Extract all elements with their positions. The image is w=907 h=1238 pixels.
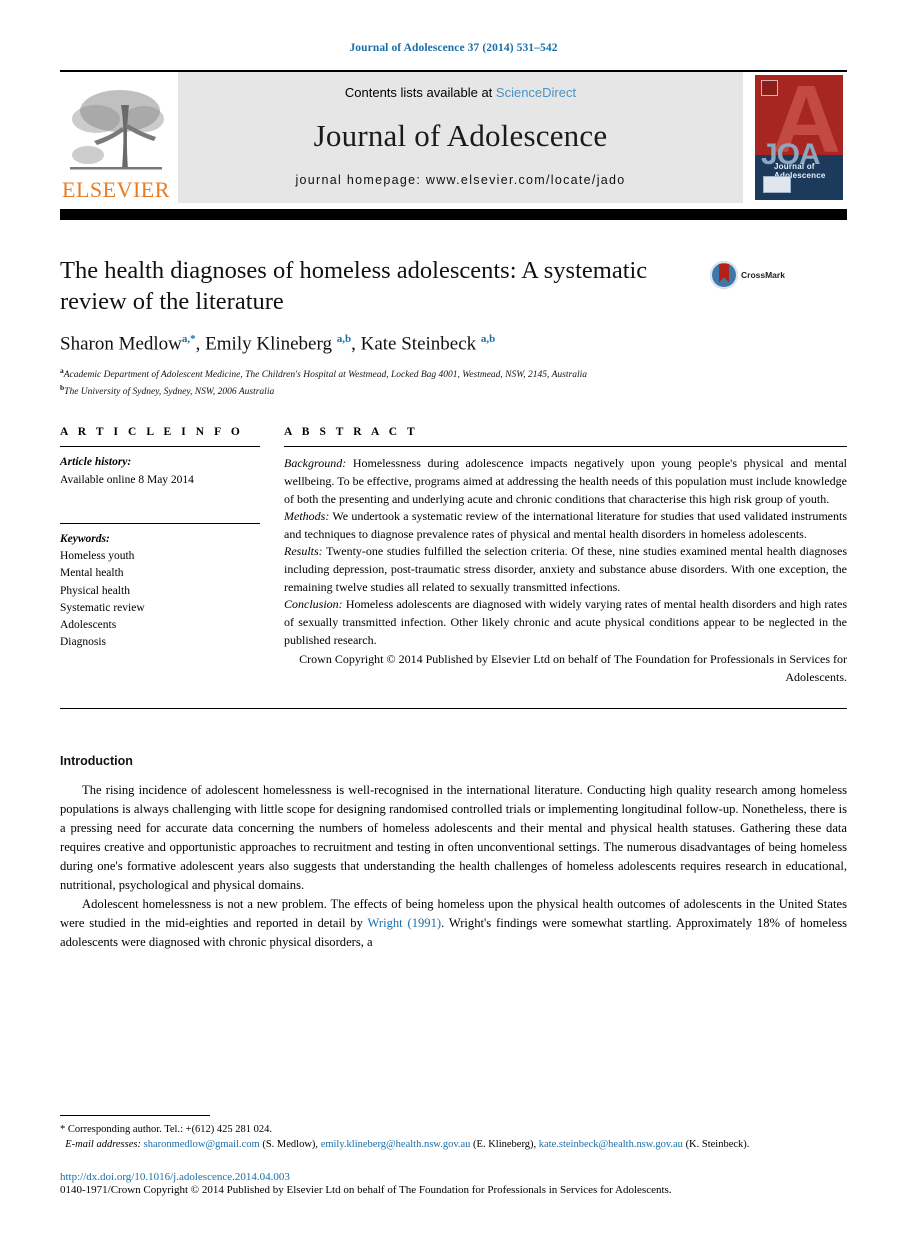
sciencedirect-link[interactable]: ScienceDirect — [496, 85, 576, 100]
masthead-black-bar — [60, 208, 847, 220]
article-history-value: Available online 8 May 2014 — [60, 473, 194, 486]
keywords-label: Keywords: — [60, 532, 110, 545]
elsevier-logo: ELSEVIER — [60, 71, 172, 203]
article-info-heading: A R T I C L E I N F O — [60, 426, 244, 439]
article-info-column: A R T I C L E I N F O Article history: A… — [60, 426, 260, 686]
email-link[interactable]: sharonmedlow@gmail.com — [144, 1139, 260, 1150]
abstract-section-text: Twenty-one studies fulfilled the selecti… — [284, 544, 847, 594]
elsevier-wordmark: ELSEVIER — [62, 176, 170, 202]
keyword-item: Physical health — [60, 584, 130, 597]
footnotes: * Corresponding author. Tel.: +(612) 425… — [60, 1114, 847, 1196]
affiliations: aAcademic Department of Adolescent Medic… — [60, 365, 847, 401]
crossmark-icon — [710, 260, 738, 289]
journal-title: Journal of Adolescence — [313, 118, 608, 153]
cover-bottom-box — [763, 175, 791, 193]
affiliation-item: aAcademic Department of Adolescent Medic… — [60, 365, 847, 383]
abstract-section: Background: Homelessness during adolesce… — [284, 455, 847, 508]
journal-homepage-link[interactable]: journal homepage: www.elsevier.com/locat… — [295, 173, 625, 187]
abstract-body: Background: Homelessness during adolesce… — [284, 455, 847, 649]
journal-masthead: ELSEVIER Contents lists available at Sci… — [60, 69, 847, 203]
keyword-item: Diagnosis — [60, 636, 106, 649]
abstract-section-text: Homeless adolescents are diagnosed with … — [284, 597, 847, 647]
issn-copyright-line: 0140-1971/Crown Copyright © 2014 Publish… — [60, 1184, 672, 1196]
email-owner: (S. Medlow), — [259, 1139, 321, 1151]
email-link[interactable]: emily.klineberg@health.nsw.gov.au — [321, 1139, 471, 1150]
journal-cover-thumbnail[interactable]: A JOA Journal of Adolescence — [751, 72, 847, 203]
keyword-item: Adolescents — [60, 619, 117, 632]
affiliation-item: bThe University of Sydney, Sydney, NSW, … — [60, 382, 847, 400]
info-abstract-row: A R T I C L E I N F O Article history: A… — [60, 426, 847, 686]
abstract-section: Conclusion: Homeless adolescents are dia… — [284, 596, 847, 649]
citation-link[interactable]: Wright (1991) — [368, 916, 442, 930]
paragraph-text: The rising incidence of adolescent homel… — [60, 783, 847, 892]
crossmark-label: CrossMark — [741, 269, 785, 280]
abstract-section-label: Results: — [284, 544, 323, 559]
abstract-section-label: Background: — [284, 456, 347, 471]
abstract-section-text: We undertook a systematic review of the … — [284, 509, 847, 541]
article-history: Article history: Available online 8 May … — [60, 454, 260, 489]
abstract-bottom-rule — [60, 708, 847, 710]
abstract-column: A B S T R A C T Background: Homelessness… — [284, 426, 847, 686]
abstract-section-label: Conclusion: — [284, 597, 343, 612]
author-list: Sharon Medlowa,*, Emily Klineberg a,b, K… — [60, 333, 496, 355]
contents-line: Contents lists available at ScienceDirec… — [345, 85, 576, 100]
keyword-item: Mental health — [60, 567, 124, 580]
abstract-heading: A B S T R A C T — [284, 426, 419, 439]
paragraph: Adolescent homelessness is not a new pro… — [60, 895, 847, 952]
email-link[interactable]: kate.steinbeck@health.nsw.gov.au — [539, 1139, 683, 1150]
keywords-block: Keywords: Homeless youth Mental health P… — [60, 522, 260, 652]
email-owner: (K. Steinbeck). — [682, 1139, 750, 1151]
crossmark-badge[interactable]: CrossMark — [710, 255, 800, 289]
introduction-section: Introduction The rising incidence of ado… — [60, 754, 847, 951]
keyword-item: Homeless youth — [60, 550, 135, 563]
corresponding-author-note: * Corresponding author. Tel.: +(612) 425… — [60, 1123, 273, 1135]
footnote-rule — [60, 1114, 210, 1116]
abstract-section-label: Methods: — [284, 509, 330, 524]
article-history-label: Article history: — [60, 456, 132, 469]
cover-art: A JOA Journal of Adolescence — [755, 74, 843, 200]
affiliation-text: Academic Department of Adolescent Medici… — [63, 369, 587, 380]
email-owner: (E. Klineberg), — [470, 1139, 539, 1151]
article-info-rule — [60, 446, 260, 448]
contents-prefix: Contents lists available at — [344, 84, 496, 100]
article-page: Journal of Adolescence 37 (2014) 531–542 — [0, 0, 907, 1238]
page-title: The health diagnoses of homeless adolesc… — [60, 256, 648, 315]
abstract-section: Results: Twenty-one studies fulfilled th… — [284, 543, 847, 596]
email-addresses-note: E-mail addresses: sharonmedlow@gmail.com… — [60, 1137, 847, 1153]
email-label: E-mail addresses: — [65, 1139, 141, 1151]
title-block: The health diagnoses of homeless adolesc… — [60, 255, 847, 318]
abstract-rule — [284, 446, 847, 448]
abstract-section-text: Homelessness during adolescence impacts … — [284, 456, 847, 506]
running-head: Journal of Adolescence 37 (2014) 531–542 — [349, 42, 558, 54]
keyword-item: Systematic review — [60, 601, 145, 614]
doi-link[interactable]: http://dx.doi.org/10.1016/j.adolescence.… — [60, 1171, 847, 1183]
abstract-section: Methods: We undertook a systematic revie… — [284, 508, 847, 543]
elsevier-tree-icon — [66, 82, 166, 179]
journal-banner: Contents lists available at ScienceDirec… — [178, 71, 743, 203]
paragraph: The rising incidence of adolescent homel… — [60, 781, 847, 894]
affiliation-text: The University of Sydney, Sydney, NSW, 2… — [64, 387, 275, 398]
abstract-copyright: Crown Copyright © 2014 Published by Else… — [299, 652, 847, 684]
section-heading-introduction: Introduction — [60, 754, 133, 769]
